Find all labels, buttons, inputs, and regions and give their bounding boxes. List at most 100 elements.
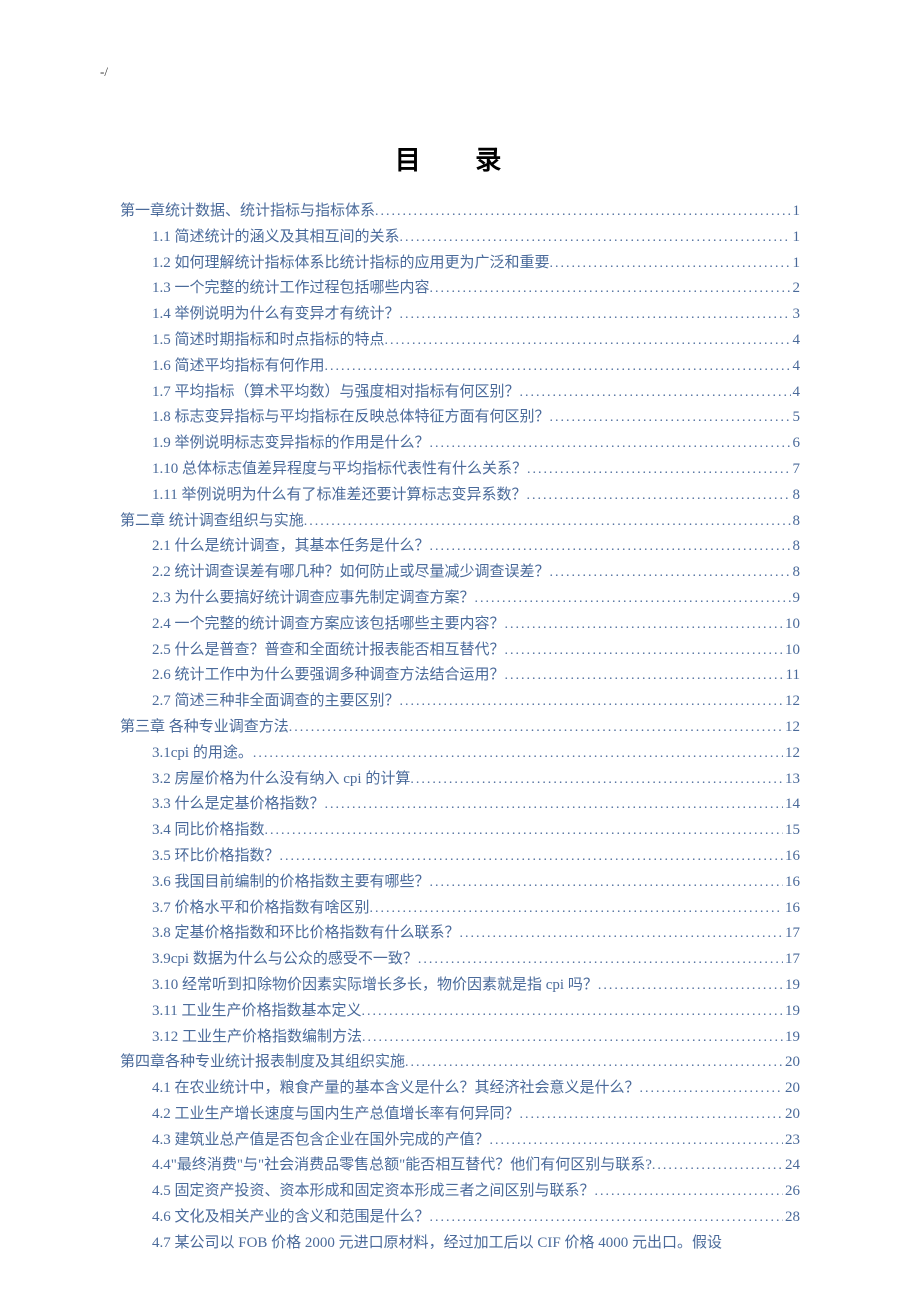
toc-entry-page: 16 [783, 870, 800, 896]
toc-entry-page: 8 [791, 483, 801, 509]
toc-title: 目 录 [120, 140, 800, 177]
toc-entry[interactable]: 2.7 简述三种非全面调查的主要区别？12 [120, 689, 800, 715]
toc-entry-label: 1.2 如何理解统计指标体系比统计指标的应用更为广泛和重要 [152, 251, 550, 277]
toc-dots [430, 432, 791, 456]
toc-entry[interactable]: 1.8 标志变异指标与平均指标在反映总体特征方面有何区别？5 [120, 405, 800, 431]
toc-entry-page: 26 [783, 1179, 800, 1205]
toc-entry[interactable]: 第四章各种专业统计报表制度及其组织实施 20 [120, 1050, 800, 1076]
toc-dots [375, 200, 790, 224]
toc-entry-label: 3.3 什么是定基价格指数？ [152, 792, 325, 818]
toc-entry-label: 2.5 什么是普查？普查和全面统计报表能否相互替代？ [152, 638, 505, 664]
toc-entry[interactable]: 3.3 什么是定基价格指数？ 14 [120, 792, 800, 818]
toc-dots [520, 1103, 783, 1127]
toc-entry-page: 20 [783, 1102, 800, 1128]
toc-dots [370, 897, 783, 921]
toc-entry[interactable]: 4.1 在农业统计中，粮食产量的基本含义是什么？其经济社会意义是什么？20 [120, 1076, 800, 1102]
toc-entry-label: 3.2 房屋价格为什么没有纳入 cpi 的计算 [152, 767, 410, 793]
toc-entry-page: 4 [791, 328, 801, 354]
toc-entry[interactable]: 1.9 举例说明标志变异指标的作用是什么？6 [120, 431, 800, 457]
toc-entry-page: 11 [784, 663, 800, 689]
toc-entry[interactable]: 3.11 工业生产价格指数基本定义 19 [120, 999, 800, 1025]
toc-entry[interactable]: 2.6 统计工作中为什么要强调多种调查方法结合运用？ 11 [120, 663, 800, 689]
toc-dots [325, 793, 783, 817]
toc-entry[interactable]: 1.1 简述统计的涵义及其相互间的关系1 [120, 225, 800, 251]
toc-dots [410, 768, 783, 792]
toc-entry[interactable]: 2.1 什么是统计调查，其基本任务是什么？8 [120, 534, 800, 560]
toc-entry-label: 1.9 举例说明标志变异指标的作用是什么？ [152, 431, 430, 457]
toc-entry-page: 19 [783, 973, 800, 999]
toc-entry-label: 2.1 什么是统计调查，其基本任务是什么？ [152, 534, 430, 560]
toc-entry[interactable]: 3.8 定基价格指数和环比价格指数有什么联系？17 [120, 921, 800, 947]
toc-dots [430, 871, 783, 895]
toc-entry[interactable]: 3.9cpi 数据为什么与公众的感受不一致？ 17 [120, 947, 800, 973]
toc-entry[interactable]: 1.3 一个完整的统计工作过程包括哪些内容2 [120, 276, 800, 302]
toc-entry[interactable]: 1.7 平均指标（算术平均数）与强度相对指标有何区别？4 [120, 380, 800, 406]
toc-entry[interactable]: 3.7 价格水平和价格指数有啥区别16 [120, 896, 800, 922]
toc-entry-label: 3.12 工业生产价格指数编制方法 [152, 1025, 362, 1051]
toc-entry-page: 1 [791, 251, 801, 277]
toc-entry[interactable]: 4.5 固定资产投资、资本形成和固定资本形成三者之间区别与联系？ 26 [120, 1179, 800, 1205]
toc-entry-page: 1 [791, 225, 801, 251]
toc-dots [550, 252, 791, 276]
toc-entry-label: 4.7 某公司以 FOB 价格 2000 元进口原材料，经过加工后以 CIF 价… [152, 1231, 722, 1257]
toc-entry-label: 第四章各种专业统计报表制度及其组织实施 [120, 1050, 405, 1076]
toc-entry[interactable]: 2.5 什么是普查？普查和全面统计报表能否相互替代？10 [120, 638, 800, 664]
toc-entry[interactable]: 第三章 各种专业调查方法12 [120, 715, 800, 741]
toc-entry[interactable]: 第一章统计数据、统计指标与指标体系1 [120, 199, 800, 225]
toc-entry-label: 4.2 工业生产增长速度与国内生产总值增长率有何异同？ [152, 1102, 520, 1128]
toc-entry-label: 3.10 经常听到扣除物价因素实际增长多长，物价因素就是指 cpi 吗？ [152, 973, 598, 999]
toc-entry-label: 4.4"最终消费"与"社会消费品零售总额"能否相互替代？他们有何区别与联系? [152, 1153, 652, 1179]
toc-entry-label: 3.1cpi 的用途。 [152, 741, 253, 767]
toc-entry[interactable]: 2.3 为什么要搞好统计调查应事先制定调查方案？9 [120, 586, 800, 612]
toc-entry-page: 17 [783, 947, 800, 973]
toc-entry-page: 2 [791, 276, 801, 302]
toc-entry-label: 3.7 价格水平和价格指数有啥区别 [152, 896, 370, 922]
toc-entry-label: 3.9cpi 数据为什么与公众的感受不一致？ [152, 947, 418, 973]
toc-entry-page: 19 [783, 999, 800, 1025]
toc-entry-page: 19 [783, 1025, 800, 1051]
toc-entry[interactable]: 3.10 经常听到扣除物价因素实际增长多长，物价因素就是指 cpi 吗？ 19 [120, 973, 800, 999]
toc-entry[interactable]: 4.3 建筑业总产值是否包含企业在国外完成的产值？23 [120, 1128, 800, 1154]
toc-dots [598, 974, 783, 998]
toc-entry[interactable]: 4.6 文化及相关产业的含义和范围是什么？28 [120, 1205, 800, 1231]
toc-dots [430, 277, 791, 301]
toc-entry[interactable]: 1.10 总体标志值差异程度与平均指标代表性有什么关系？7 [120, 457, 800, 483]
toc-entry-label: 3.5 环比价格指数？ [152, 844, 280, 870]
toc-entry[interactable]: 3.2 房屋价格为什么没有纳入 cpi 的计算13 [120, 767, 800, 793]
toc-entry[interactable]: 4.7 某公司以 FOB 价格 2000 元进口原材料，经过加工后以 CIF 价… [120, 1231, 800, 1257]
toc-entry[interactable]: 4.4"最终消费"与"社会消费品零售总额"能否相互替代？他们有何区别与联系?24 [120, 1153, 800, 1179]
toc-entry[interactable]: 第二章 统计调查组织与实施8 [120, 509, 800, 535]
toc-entry-page: 14 [783, 792, 800, 818]
toc-entry[interactable]: 3.5 环比价格指数？ 16 [120, 844, 800, 870]
toc-entry-page: 16 [783, 844, 800, 870]
toc-entry-label: 第一章统计数据、统计指标与指标体系 [120, 199, 375, 225]
toc-dots [289, 716, 783, 740]
toc-entry[interactable]: 2.4 一个完整的统计调查方案应该包括哪些主要内容？10 [120, 612, 800, 638]
toc-entry[interactable]: 3.12 工业生产价格指数编制方法 19 [120, 1025, 800, 1051]
toc-entry-label: 3.6 我国目前编制的价格指数主要有哪些？ [152, 870, 430, 896]
toc-entry[interactable]: 1.2 如何理解统计指标体系比统计指标的应用更为广泛和重要 1 [120, 251, 800, 277]
toc-dots [640, 1077, 783, 1101]
toc-entry-page: 20 [783, 1050, 800, 1076]
table-of-contents: 第一章统计数据、统计指标与指标体系11.1 简述统计的涵义及其相互间的关系11.… [120, 199, 800, 1257]
toc-entry-label: 4.5 固定资产投资、资本形成和固定资本形成三者之间区别与联系？ [152, 1179, 595, 1205]
toc-entry[interactable]: 1.6 简述平均指标有何作用4 [120, 354, 800, 380]
toc-entry[interactable]: 3.1cpi 的用途。12 [120, 741, 800, 767]
toc-entry-label: 2.7 简述三种非全面调查的主要区别？ [152, 689, 400, 715]
toc-entry-page: 5 [791, 405, 801, 431]
toc-entry-page: 3 [791, 302, 801, 328]
toc-entry[interactable]: 1.4 举例说明为什么有变异才有统计？3 [120, 302, 800, 328]
toc-entry[interactable]: 2.2 统计调查误差有哪几种？如何防止或尽量减少调查误差？8 [120, 560, 800, 586]
toc-entry[interactable]: 4.2 工业生产增长速度与国内生产总值增长率有何异同？ 20 [120, 1102, 800, 1128]
toc-entry[interactable]: 1.5 简述时期指标和时点指标的特点4 [120, 328, 800, 354]
toc-entry-label: 1.6 简述平均指标有何作用 [152, 354, 325, 380]
toc-entry-label: 2.3 为什么要搞好统计调查应事先制定调查方案？ [152, 586, 475, 612]
toc-entry[interactable]: 3.4 同比价格指数15 [120, 818, 800, 844]
toc-entry-label: 3.11 工业生产价格指数基本定义 [152, 999, 361, 1025]
toc-dots [550, 561, 791, 585]
toc-entry[interactable]: 3.6 我国目前编制的价格指数主要有哪些？ 16 [120, 870, 800, 896]
toc-entry-page: 23 [783, 1128, 800, 1154]
toc-dots [304, 510, 791, 534]
toc-entry-label: 2.6 统计工作中为什么要强调多种调查方法结合运用？ [152, 663, 505, 689]
toc-entry[interactable]: 1.11 举例说明为什么有了标准差还要计算标志变异系数？8 [120, 483, 800, 509]
